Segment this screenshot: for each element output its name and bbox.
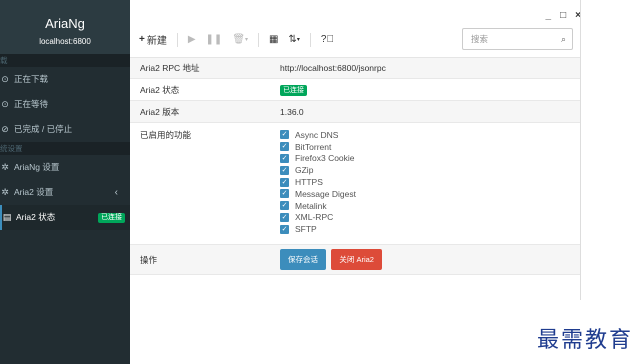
checkbox-checked-icon: ✓ [280, 130, 289, 140]
feature-label: Async DNS [295, 129, 339, 140]
feature-label: Metalink [295, 200, 327, 211]
play-icon: ▶ [187, 34, 196, 45]
feature-item: ✓ Firefox3 Cookie [280, 153, 580, 165]
question-circle-icon: ?⃝ [320, 34, 334, 45]
sidebar-item-label: 已完成 / 已停止 [14, 124, 73, 134]
sidebar: AriaNg localhost:6800 载 ⊙ 正在下载 ⊙ 正在等待 ⊘ … [0, 0, 130, 364]
start-button[interactable]: ▶ [188, 34, 196, 45]
sidebar-item-ariang-settings[interactable]: ✲ AriaNg 设置 [0, 155, 130, 180]
toolbar-divider [309, 32, 311, 47]
sort-button[interactable]: ⇅ ▾ [288, 34, 299, 45]
checkbox-checked-icon: ✓ [280, 153, 289, 163]
shutdown-aria2-button[interactable]: 关闭 Aria2 [331, 249, 382, 270]
feature-label: SFTP [295, 224, 317, 235]
sort-icon: ⇅ [288, 34, 297, 45]
feature-label: BitTorrent [295, 141, 332, 152]
sidebar-item-waiting[interactable]: ⊙ 正在等待 [0, 92, 130, 117]
search-input[interactable]: 搜索 ⌕ [462, 28, 573, 50]
sidebar-item-label: Aria2 设置 [14, 187, 54, 197]
checkbox-checked-icon: ✓ [280, 165, 289, 175]
pause-icon: ❚❚ [205, 34, 223, 45]
panel-border [580, 0, 581, 300]
help-button[interactable]: ?⃝ [321, 34, 334, 45]
sidebar-item-aria2-status[interactable]: ▤ Aria2 状态 已连接 [0, 205, 130, 230]
aria2-state-row: Aria2 状态 已连接 [130, 79, 580, 101]
operations-key: 操作 [140, 254, 158, 265]
sidebar-item-label: AriaNg 设置 [14, 162, 60, 172]
server-icon: ▤ [2, 212, 12, 222]
feature-item: ✓ HTTPS [280, 176, 580, 188]
feature-item: ✓ GZip [280, 164, 580, 176]
pause-button[interactable]: ❚❚ [206, 34, 223, 45]
feature-item: ✓ BitTorrent [280, 141, 580, 153]
checkbox-checked-icon: ✓ [280, 142, 289, 152]
sidebar-item-stopped[interactable]: ⊘ 已完成 / 已停止 [0, 117, 130, 142]
select-all-button[interactable]: ▦ [269, 34, 278, 45]
section-header-download: 载 [0, 54, 130, 67]
pause-circle-icon: ⊙ [1, 99, 9, 109]
features-list: ✓ Async DNS ✓ BitTorrent ✓ Firefox3 Cookie … [280, 129, 580, 244]
gear-icon: ✲ [1, 162, 9, 172]
new-task-button[interactable]: + 新建 [139, 32, 167, 47]
feature-item: ✓ Async DNS [280, 129, 580, 141]
gears-icon: ✲ [1, 187, 9, 197]
watermark: 最需教育 [536, 328, 633, 353]
feature-item: ✓ SFTP [280, 223, 580, 235]
maximize-button[interactable]: □ [560, 10, 566, 21]
sidebar-item-downloading[interactable]: ⊙ 正在下载 [0, 67, 130, 92]
checkbox-checked-icon: ✓ [280, 224, 289, 234]
caret-down-icon: ▾ [296, 37, 300, 43]
checkbox-checked-icon: ✓ [280, 201, 289, 211]
rpc-address-row: Aria2 RPC 地址 http://localhost:6800/jsonr… [130, 58, 580, 79]
search-placeholder: 搜索 [471, 34, 489, 44]
features-row: 已启用的功能 ✓ Async DNS ✓ BitTorrent ✓ Firefox3 … [130, 123, 580, 245]
aria2-status-panel: Aria2 RPC 地址 http://localhost:6800/jsonr… [130, 58, 580, 275]
feature-label: HTTPS [295, 177, 323, 188]
trash-icon: 🗑︎ [232, 34, 246, 45]
feature-item: ✓ XML-RPC [280, 212, 580, 224]
toolbar-divider [176, 32, 178, 47]
aria2-state-key: Aria2 状态 [140, 84, 180, 95]
aria2-version-row: Aria2 版本 1.36.0 [130, 101, 580, 123]
features-key: 已启用的功能 [140, 130, 192, 140]
feature-label: Message Digest [295, 188, 356, 199]
minimize-button[interactable]: _ [546, 10, 552, 21]
toolbar: + 新建 ▶ ❚❚ 🗑︎ ▾ ▦ ⇅ ▾ ?⃝ 搜索 ⌕ [130, 22, 580, 58]
save-session-button[interactable]: 保存会话 [280, 249, 326, 270]
feature-label: Firefox3 Cookie [295, 153, 355, 164]
operations-row: 操作 保存会话 关闭 Aria2 [130, 245, 580, 275]
aria2-version-value: 1.36.0 [280, 106, 304, 117]
plus-icon: + [139, 34, 145, 45]
sidebar-item-label: 正在下载 [14, 74, 49, 84]
app-title: AriaNg [45, 16, 85, 31]
toolbar-divider [258, 32, 260, 47]
feature-item: ✓ Metalink [280, 200, 580, 212]
rpc-address-key: Aria2 RPC 地址 [140, 63, 200, 73]
aria2-version-key: Aria2 版本 [140, 106, 180, 117]
check-circle-icon: ⊘ [1, 124, 9, 134]
rpc-host: localhost:6800 [39, 37, 91, 46]
checkbox-checked-icon: ✓ [280, 177, 289, 187]
new-task-label: 新建 [146, 36, 167, 47]
checkbox-checked-icon: ✓ [280, 189, 289, 199]
brand[interactable]: AriaNg localhost:6800 [0, 0, 130, 54]
sidebar-item-aria2-settings[interactable]: ✲ Aria2 设置 ‹ [0, 180, 130, 205]
rpc-address-value: http://localhost:6800/jsonrpc [280, 63, 386, 73]
search-icon: ⌕ [560, 34, 566, 44]
checkbox-checked-icon: ✓ [280, 212, 289, 222]
delete-button[interactable]: 🗑︎ ▾ [232, 34, 248, 45]
feature-label: XML-RPC [295, 212, 334, 223]
caret-down-icon: ▾ [245, 37, 249, 43]
grid-icon: ▦ [269, 34, 279, 45]
feature-item: ✓ Message Digest [280, 188, 580, 200]
section-header-settings: 统设置 [0, 142, 130, 155]
play-circle-icon: ⊙ [1, 74, 9, 84]
status-badge: 已连接 [98, 213, 125, 223]
chevron-left-icon: ‹ [114, 187, 118, 198]
window-controls: _ □ × [546, 10, 581, 21]
feature-label: GZip [295, 165, 314, 176]
sidebar-item-label: Aria2 状态 [16, 212, 56, 222]
sidebar-item-label: 正在等待 [14, 99, 49, 109]
connected-badge: 已连接 [280, 84, 307, 96]
